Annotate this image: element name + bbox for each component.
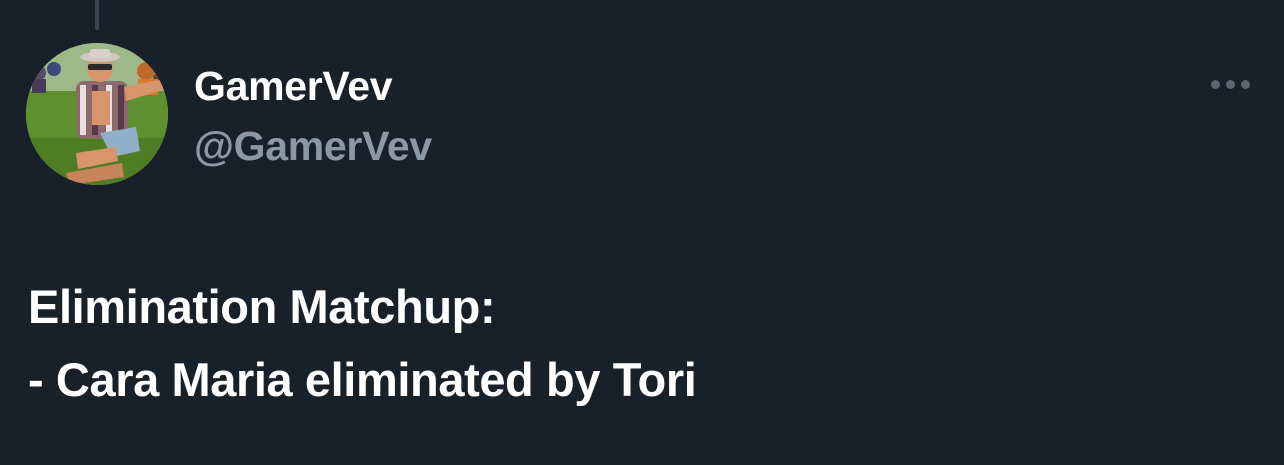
tweet-text-line: - Cara Maria eliminated by Tori xyxy=(28,353,697,406)
more-options-button[interactable] xyxy=(1204,70,1256,98)
tweet-text: Elimination Matchup: - Cara Maria elimin… xyxy=(28,270,697,416)
more-horizontal-icon xyxy=(1225,79,1235,89)
more-horizontal-icon xyxy=(1240,79,1250,89)
avatar-photo xyxy=(26,43,168,185)
more-horizontal-icon xyxy=(1210,79,1220,89)
avatar[interactable] xyxy=(26,43,168,185)
author-display-name[interactable]: GamerVev xyxy=(194,62,393,110)
tweet-text-line: Elimination Matchup: xyxy=(28,280,496,333)
author-handle[interactable]: @GamerVev xyxy=(194,122,432,170)
tweet: GamerVev @GamerVev Elimination Matchup: … xyxy=(0,0,1284,465)
